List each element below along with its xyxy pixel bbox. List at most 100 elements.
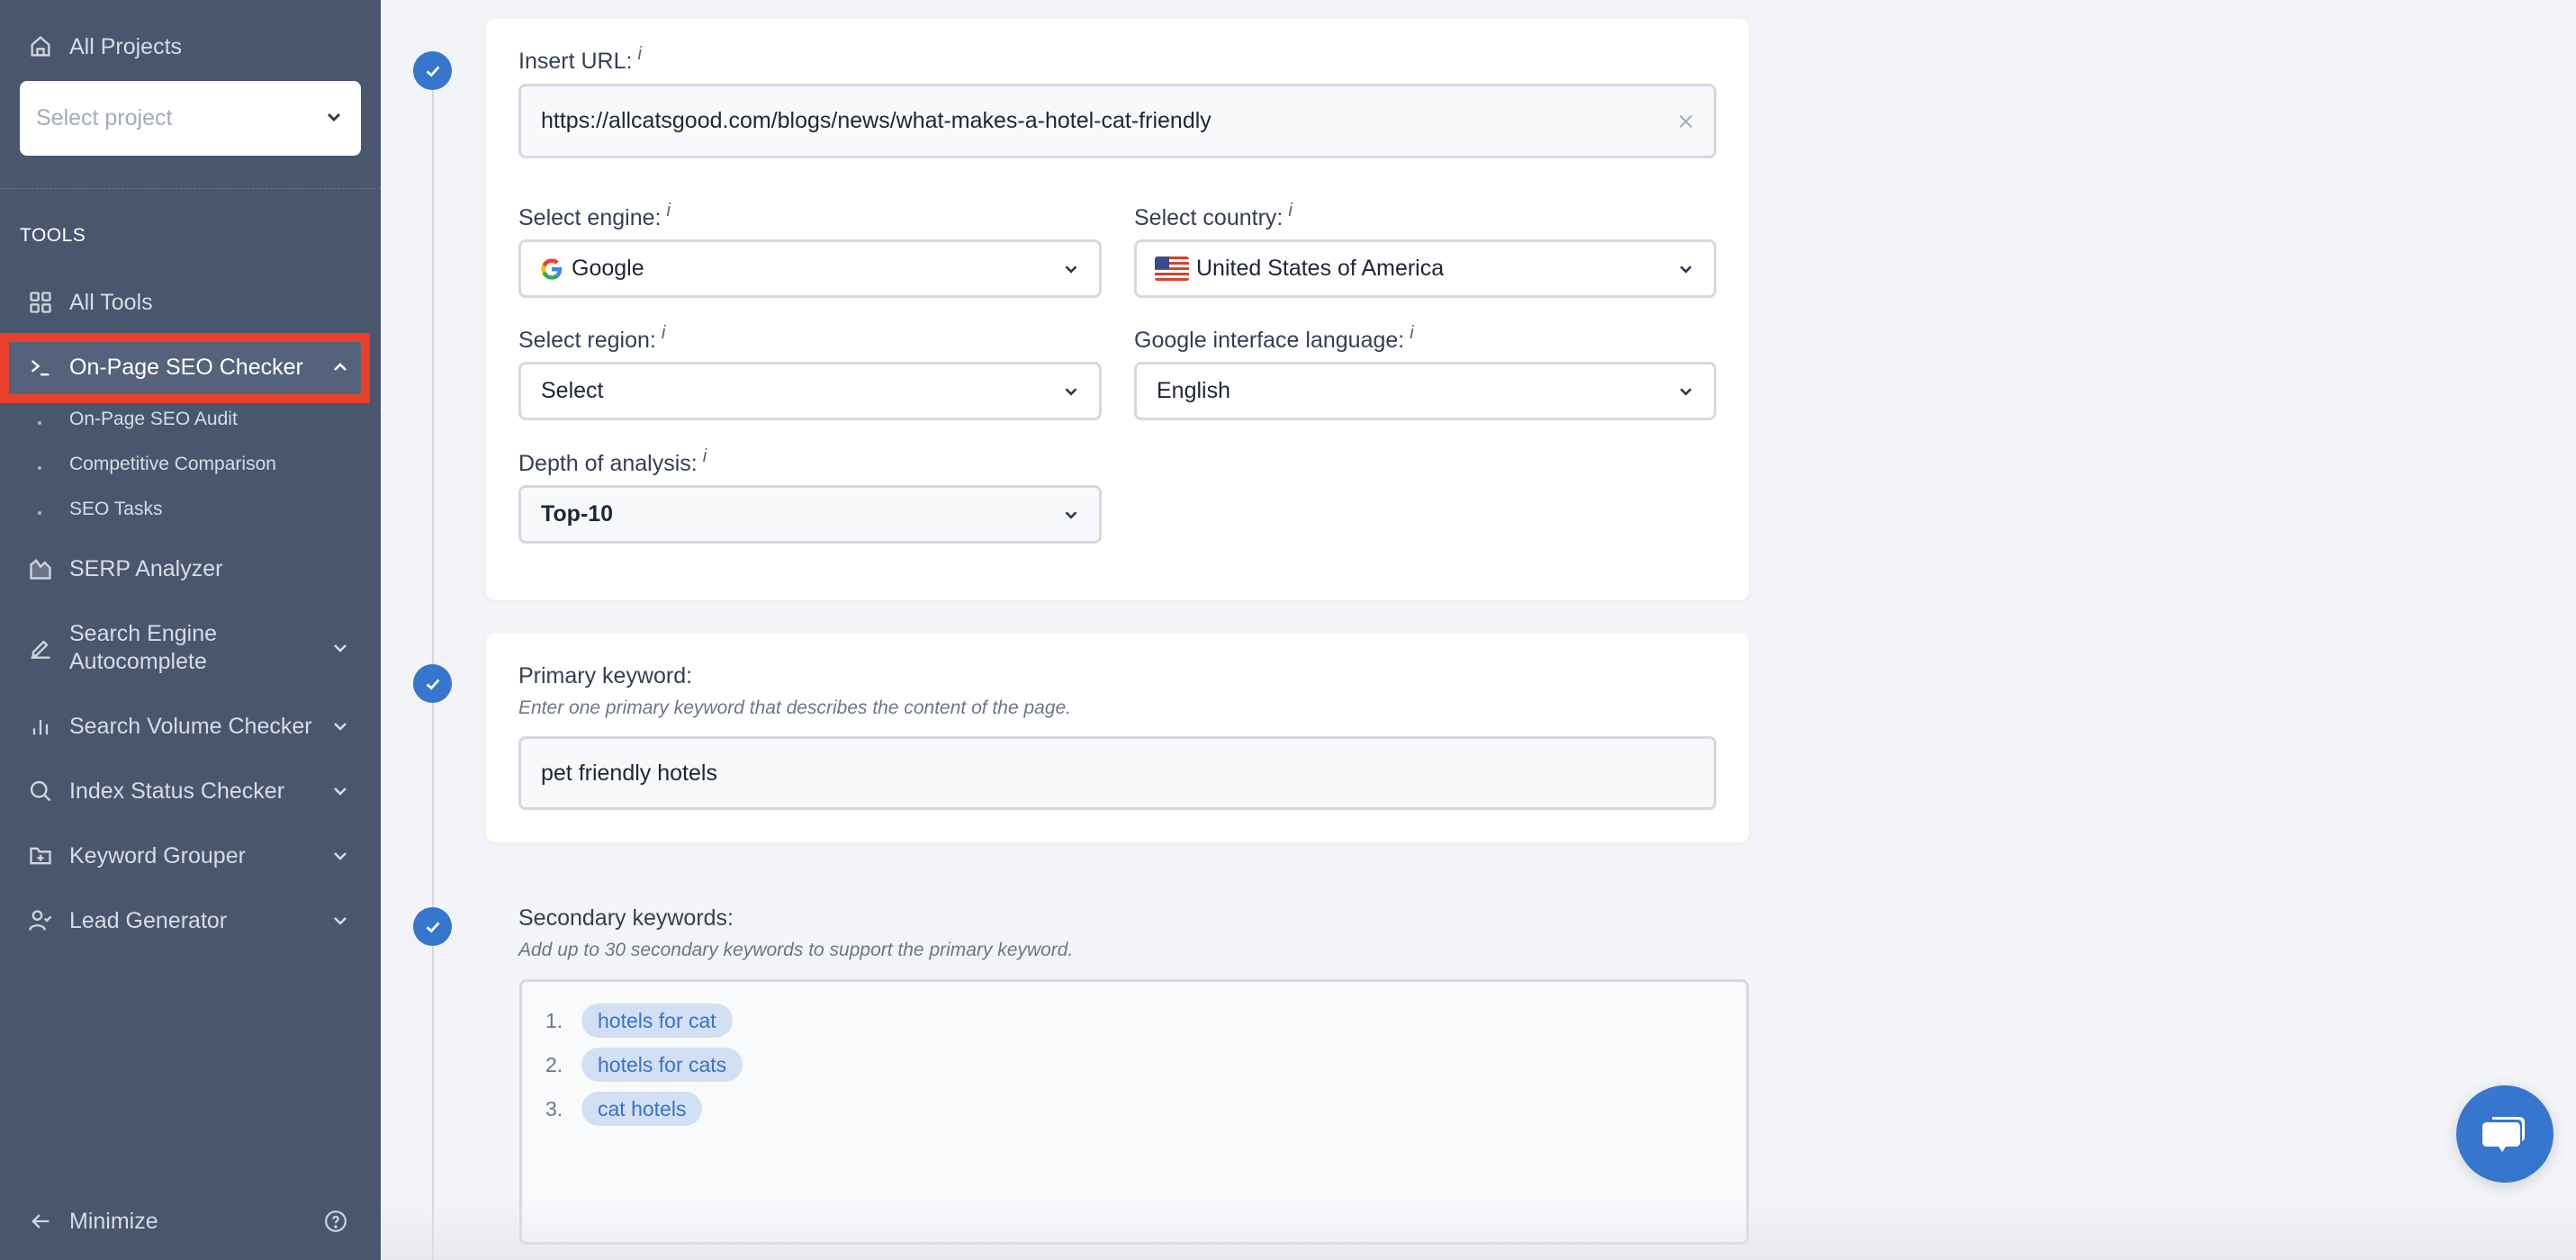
depth-label: Depth of analysis: i bbox=[518, 446, 707, 477]
chat-bubbles-icon bbox=[2482, 1117, 2525, 1152]
keyword-number: 1. bbox=[545, 1008, 563, 1032]
depth-select-value: Top-10 bbox=[541, 501, 614, 526]
arrow-left-icon bbox=[27, 1208, 54, 1235]
sidebar-item-all-tools[interactable]: All Tools bbox=[0, 288, 381, 317]
step-complete-check-icon bbox=[413, 907, 452, 946]
primary-keyword-card: Primary keyword: Enter one primary keywo… bbox=[486, 633, 1749, 842]
language-label: Google interface language: i bbox=[1134, 323, 1414, 354]
chevron-down-icon bbox=[1061, 259, 1081, 279]
sidebar-item-keyword-grouper[interactable]: Keyword Grouper bbox=[0, 842, 381, 870]
sidebar-subitem-label: Competitive Comparison bbox=[69, 454, 276, 474]
sidebar-item-label-line2: Autocomplete bbox=[69, 649, 207, 674]
info-icon[interactable]: i bbox=[1410, 323, 1413, 343]
keyword-number: 3. bbox=[545, 1096, 563, 1120]
primary-keyword-label: Primary keyword: bbox=[518, 663, 693, 688]
country-select-value: United States of America bbox=[1196, 256, 1445, 281]
keyword-tag[interactable]: hotels for cat bbox=[581, 1004, 733, 1038]
user-check-icon bbox=[27, 907, 54, 934]
chevron-down-icon[interactable] bbox=[329, 845, 351, 867]
engine-select[interactable]: Google bbox=[518, 239, 1102, 298]
sidebar-section-title: TOOLS bbox=[20, 225, 86, 246]
chevron-down-icon bbox=[1061, 382, 1081, 401]
url-input-value: https://allcatsgood.com/blogs/news/what-… bbox=[541, 108, 1211, 133]
bar-chart-icon bbox=[27, 713, 54, 740]
url-label-text: Insert URL: bbox=[518, 49, 633, 74]
sidebar-subitem-label: SEO Tasks bbox=[69, 499, 163, 519]
terminal-icon bbox=[27, 354, 54, 381]
sidebar-item-search-engine-autocomplete[interactable]: Search Engine Autocomplete bbox=[0, 617, 381, 677]
sidebar-subitem-seo-tasks[interactable]: SEO Tasks bbox=[0, 495, 381, 531]
info-icon[interactable]: i bbox=[1288, 201, 1292, 220]
url-settings-card: Insert URL: i https://allcatsgood.com/blo… bbox=[486, 19, 1749, 600]
language-label-text: Google interface language: bbox=[1134, 328, 1405, 353]
step-complete-check-icon bbox=[413, 51, 452, 90]
chevron-down-icon bbox=[1676, 382, 1696, 401]
url-input[interactable]: https://allcatsgood.com/blogs/news/what-… bbox=[518, 84, 1716, 158]
bullet bbox=[38, 466, 41, 470]
chevron-down-icon[interactable] bbox=[329, 637, 351, 659]
chevron-down-icon[interactable] bbox=[329, 716, 351, 737]
sidebar-item-index-status-checker[interactable]: Index Status Checker bbox=[0, 777, 381, 806]
clear-icon[interactable] bbox=[1676, 112, 1696, 131]
us-flag-icon bbox=[1155, 256, 1189, 281]
depth-select[interactable]: Top-10 bbox=[518, 485, 1102, 544]
sidebar-item-lead-generator[interactable]: Lead Generator bbox=[0, 906, 381, 935]
region-label: Select region: i bbox=[518, 323, 665, 354]
sidebar-subitem-competitive-comparison[interactable]: Competitive Comparison bbox=[0, 450, 381, 486]
keyword-number: 2. bbox=[545, 1052, 563, 1076]
info-icon[interactable]: i bbox=[662, 323, 665, 343]
google-logo-icon bbox=[539, 256, 564, 282]
sidebar-subitem-on-page-seo-audit[interactable]: On-Page SEO Audit bbox=[0, 405, 381, 441]
chevron-down-icon bbox=[323, 106, 345, 128]
chevron-up-icon[interactable] bbox=[329, 356, 351, 378]
language-select[interactable]: English bbox=[1134, 362, 1716, 420]
engine-select-value: Google bbox=[572, 256, 644, 281]
sidebar-item-label: SERP Analyzer bbox=[69, 556, 223, 581]
grid-icon bbox=[27, 289, 54, 316]
sidebar-item-label: Lead Generator bbox=[69, 908, 228, 933]
chevron-down-icon[interactable] bbox=[329, 910, 351, 932]
sidebar-item-label: All Tools bbox=[69, 290, 153, 315]
primary-keyword-input[interactable]: pet friendly hotels bbox=[518, 736, 1716, 810]
chevron-down-icon[interactable] bbox=[329, 780, 351, 802]
country-label-text: Select country: bbox=[1134, 205, 1283, 230]
bullet bbox=[38, 421, 41, 425]
sidebar-item-on-page-seo-checker[interactable]: On-Page SEO Checker bbox=[0, 353, 381, 382]
info-icon[interactable]: i bbox=[666, 201, 670, 220]
help-icon[interactable] bbox=[324, 1210, 347, 1233]
engine-label: Select engine: i bbox=[518, 201, 671, 231]
chart-area-icon bbox=[27, 555, 54, 582]
region-label-text: Select region: bbox=[518, 328, 656, 353]
region-select-value: Select bbox=[541, 378, 604, 403]
keyword-tag[interactable]: hotels for cats bbox=[581, 1048, 743, 1082]
search-icon bbox=[27, 778, 54, 805]
sidebar-item-serp-analyzer[interactable]: SERP Analyzer bbox=[0, 554, 381, 583]
sidebar-item-label: Index Status Checker bbox=[69, 778, 285, 804]
region-select[interactable]: Select bbox=[518, 362, 1102, 420]
chevron-down-icon bbox=[1676, 259, 1696, 279]
project-select[interactable]: Select project bbox=[20, 81, 361, 156]
chat-button[interactable] bbox=[2456, 1085, 2553, 1183]
sidebar-item-label: Keyword Grouper bbox=[69, 843, 246, 868]
all-projects-label: All Projects bbox=[69, 34, 183, 59]
keyword-tag[interactable]: cat hotels bbox=[581, 1092, 703, 1126]
url-label: Insert URL: i bbox=[518, 44, 642, 75]
primary-keyword-value: pet friendly hotels bbox=[541, 760, 717, 786]
secondary-keywords-label: Secondary keywords: bbox=[518, 905, 734, 931]
secondary-keywords-hint: Add up to 30 secondary keywords to suppo… bbox=[518, 940, 1074, 960]
bullet bbox=[38, 511, 41, 515]
sidebar-item-label: Search Volume Checker bbox=[69, 714, 312, 739]
country-label: Select country: i bbox=[1134, 201, 1293, 231]
sidebar-item-search-volume-checker[interactable]: Search Volume Checker bbox=[0, 712, 381, 741]
home-icon bbox=[27, 33, 54, 60]
sidebar-item-label-line1: Search Engine bbox=[69, 621, 218, 646]
sidebar-all-projects[interactable]: All Projects bbox=[0, 32, 381, 61]
secondary-keywords-textarea[interactable]: 1. hotels for cat 2. hotels for cats 3. … bbox=[519, 979, 1749, 1245]
info-icon[interactable]: i bbox=[637, 44, 641, 64]
depth-label-text: Depth of analysis: bbox=[518, 451, 698, 476]
sidebar-divider bbox=[0, 188, 381, 189]
language-select-value: English bbox=[1157, 378, 1230, 403]
pencil-icon bbox=[27, 634, 54, 661]
info-icon[interactable]: i bbox=[703, 446, 707, 466]
country-select[interactable]: United States of America bbox=[1134, 239, 1716, 298]
